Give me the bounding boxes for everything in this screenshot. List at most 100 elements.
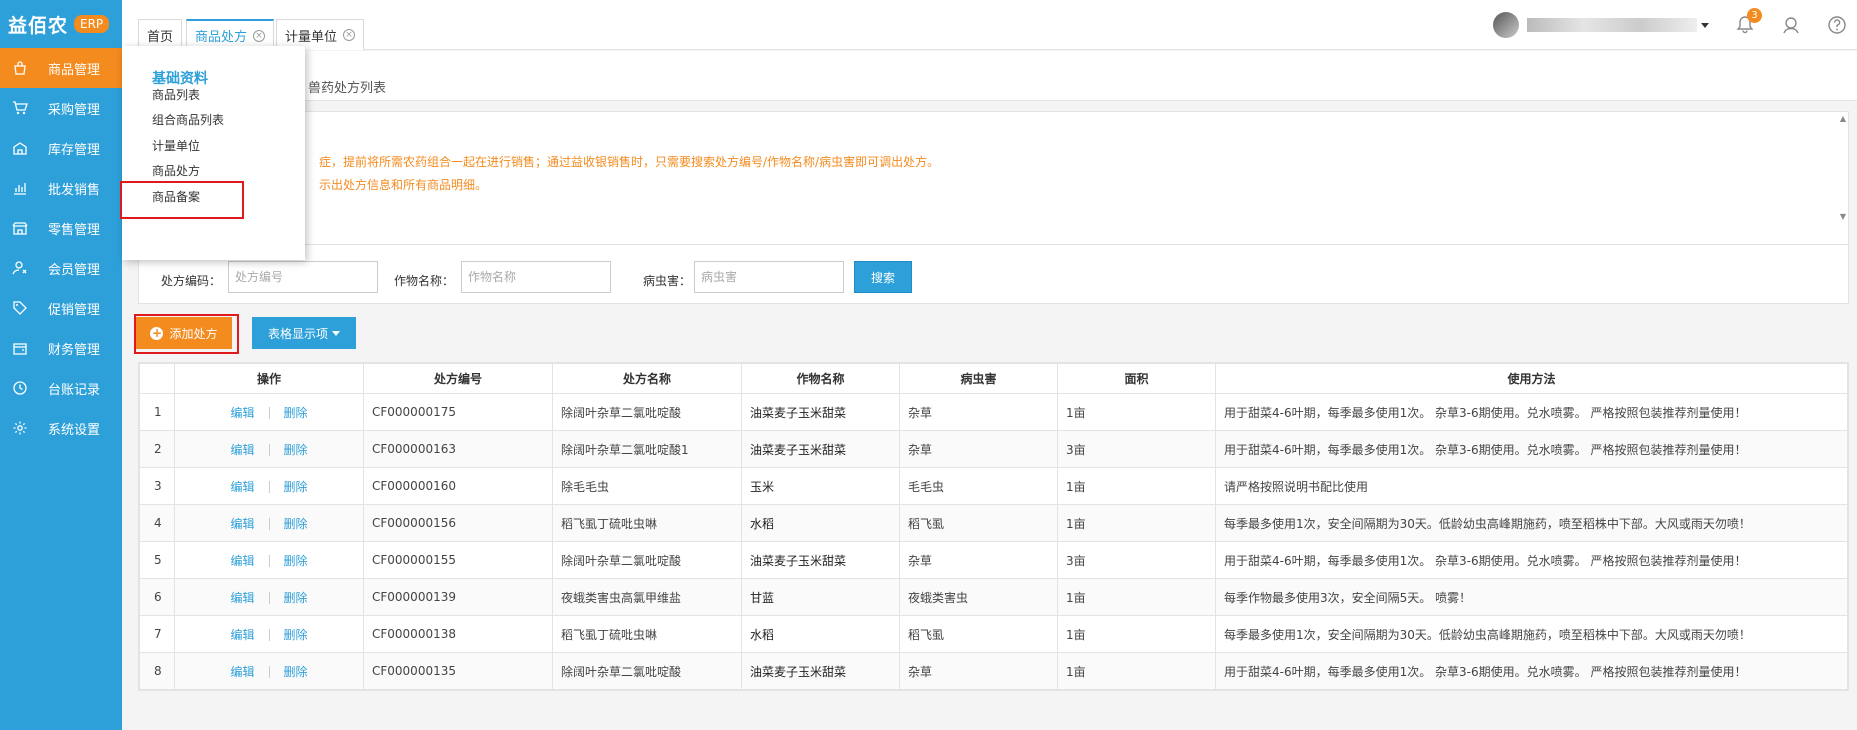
edit-link[interactable]: 编辑 [230,591,254,605]
help-button[interactable] [1827,15,1847,35]
cell-name: 夜蛾类害虫高氯甲维盐 [552,578,742,616]
edit-link[interactable]: 编辑 [230,406,254,420]
cell-code: CF000000160 [363,467,553,505]
pest-input[interactable] [694,261,844,293]
cell-code: CF000000135 [363,652,553,690]
scroll-down-arrow[interactable]: ▼ [1840,212,1846,221]
sidebar-item-label: 零售管理 [48,222,101,238]
cell-usage: 每季作物最多使用3次，安全间隔5天。 喷雾！ [1215,578,1848,616]
table-row[interactable]: 8 编辑 删除 CF000000135 除阔叶杂草二氯吡啶酸 油菜麦子玉米甜菜 杂草 1亩 用于… [139,652,1848,690]
col-header-area[interactable]: 面积 [1057,363,1216,394]
delete-link[interactable]: 删除 [284,628,308,642]
edit-link[interactable]: 编辑 [230,480,254,494]
col-header-code[interactable]: 处方编号 [363,363,553,394]
delete-link[interactable]: 删除 [284,443,308,457]
table-row[interactable]: 1 编辑 删除 CF000000175 除阔叶杂草二氯吡啶酸 油菜麦子玉米甜菜 杂草 1亩 用于… [139,393,1848,431]
sidebar-item-label: 财务管理 [48,342,101,358]
edit-link[interactable]: 编辑 [230,517,254,531]
tab-label: 计量单位 [285,29,338,45]
table-row[interactable]: 5 编辑 删除 CF000000155 除阔叶杂草二氯吡啶酸 油菜麦子玉米甜菜 杂草 3亩 用于… [139,541,1848,579]
submenu-item-product-list[interactable]: 商品列表 [152,86,200,103]
sidebar-item[interactable]: 会员管理 [0,248,122,288]
delete-link[interactable]: 删除 [284,554,308,568]
close-icon[interactable]: × [343,29,356,41]
columns-button[interactable]: 表格显示项 [252,317,356,349]
row-actions: 编辑 删除 [174,430,364,468]
notice-line-2: 示出处方信息和所有商品明细。 [319,178,488,192]
row-index: 3 [139,467,175,505]
cell-pest: 杂草 [899,393,1058,431]
submenu-item-unit[interactable]: 计量单位 [152,137,200,154]
warehouse-icon [13,142,27,155]
table-row[interactable]: 7 编辑 删除 CF000000138 稻飞虱丁硫吡虫啉 水稻 稻飞虱 1亩 每季最多使用1次，… [139,615,1848,653]
cell-crop: 油菜麦子玉米甜菜 [741,541,900,579]
cell-code: CF000000175 [363,393,553,431]
col-header-name[interactable]: 处方名称 [552,363,742,394]
chevron-down-icon[interactable] [1701,22,1709,28]
sidebar-item[interactable]: 商品管理 [0,48,130,88]
sidebar-item[interactable]: 批发销售 [0,168,122,208]
table-row[interactable]: 4 编辑 删除 CF000000156 稻飞虱丁硫吡虫啉 水稻 稻飞虱 1亩 每季最多使用1次，… [139,504,1848,542]
row-index: 7 [139,615,175,653]
sidebar-item[interactable]: 财务管理 [0,328,122,368]
cell-pest: 杂草 [899,652,1058,690]
sidebar-item[interactable]: 库存管理 [0,128,122,168]
avatar[interactable] [1493,12,1519,38]
code-input[interactable] [228,261,378,293]
edit-link[interactable]: 编辑 [230,665,254,679]
search-button[interactable]: 搜索 [854,261,912,293]
cell-crop: 油菜麦子玉米甜菜 [741,652,900,690]
action-separator [268,444,270,456]
support-button[interactable] [1781,15,1801,35]
clock-icon [13,381,27,395]
close-icon[interactable]: × [253,29,266,42]
submenu-item-prescription[interactable]: 商品处方 [152,162,200,179]
cell-name: 除毛毛虫 [552,467,742,505]
cell-crop: 甘蓝 [741,578,900,616]
help-icon [1828,16,1846,34]
edit-link[interactable]: 编辑 [230,628,254,642]
action-separator [268,407,270,419]
sidebar: 益佰农 ERP 商品管理 采购管理 库存管理 批发销售 零售管理 会员管理 促销管理 财务管理… [0,0,130,730]
chart-icon [14,183,26,195]
delete-link[interactable]: 删除 [284,480,308,494]
delete-link[interactable]: 删除 [284,406,308,420]
sidebar-item[interactable]: 采购管理 [0,88,122,128]
cell-usage: 每季最多使用1次，安全间隔期为30天。低龄幼虫高峰期施药，喷至稻株中下部。大风或… [1215,615,1848,653]
sidebar-item[interactable]: 零售管理 [0,208,122,248]
edit-link[interactable]: 编辑 [230,554,254,568]
table-header-row: 操作 处方编号 处方名称 作物名称 病虫害 面积 使用方法 [139,363,1848,394]
cell-name: 稻飞虱丁硫吡虫啉 [552,615,742,653]
action-separator [268,481,270,493]
crop-input[interactable] [461,261,611,293]
delete-link[interactable]: 删除 [284,517,308,531]
delete-link[interactable]: 删除 [284,591,308,605]
cell-crop: 水稻 [741,615,900,653]
sidebar-item-label: 系统设置 [48,422,101,438]
main-content: 兽药处方列表 症，提前将所需农药组合一起在进行销售；通过益收银销售时，只需要搜索… [122,51,1857,730]
cell-crop: 玉米 [741,467,900,505]
table-row[interactable]: 2 编辑 删除 CF000000163 除阔叶杂草二氯吡啶酸1 油菜麦子玉米甜菜 杂草 3亩用… [139,430,1848,468]
sidebar-item[interactable]: 系统设置 [0,408,122,448]
pest-label: 病虫害： [643,274,692,288]
username-blurred[interactable] [1527,18,1697,32]
table-row[interactable]: 6 编辑 删除 CF000000139 夜蛾类害虫高氯甲维盐 甘蓝 夜蛾类害虫 1亩 每季作物最… [139,578,1848,616]
cell-usage: 用于甜菜4-6叶期，每季最多使用1次。 杂草3-6期使用。兑水喷雾。 严格按照包… [1215,393,1848,431]
submenu-item-combo-list[interactable]: 组合商品列表 [152,111,224,128]
col-header-crop[interactable]: 作物名称 [741,363,900,394]
table-body: 1 编辑 删除 CF000000175 除阔叶杂草二氯吡啶酸 油菜麦子玉米甜菜 杂草 1亩 用于… [139,393,1848,690]
edit-link[interactable]: 编辑 [230,443,254,457]
table-row[interactable]: 3 编辑 删除 CF000000160 除毛毛虫 玉米 毛毛虫 1亩 请严格按照说明书配比使用 [139,467,1848,505]
cell-area: 1亩 [1057,393,1216,431]
cell-usage: 每季最多使用1次，安全间隔期为30天。低龄幼虫高峰期施药，喷至稻株中下部。大风或… [1215,504,1848,542]
sidebar-item[interactable]: 促销管理 [0,288,122,328]
sidebar-item[interactable]: 台账记录 [0,368,122,408]
notification-button[interactable]: 3 [1735,8,1762,35]
scroll-up-arrow[interactable]: ▲ [1840,114,1846,123]
cell-usage: 请严格按照说明书配比使用 [1215,467,1848,505]
col-header-pest[interactable]: 病虫害 [899,363,1058,394]
delete-link[interactable]: 删除 [284,665,308,679]
col-header-usage[interactable]: 使用方法 [1215,363,1848,394]
cart-icon [13,101,28,115]
cell-name: 除阔叶杂草二氯吡啶酸1 [552,430,742,468]
